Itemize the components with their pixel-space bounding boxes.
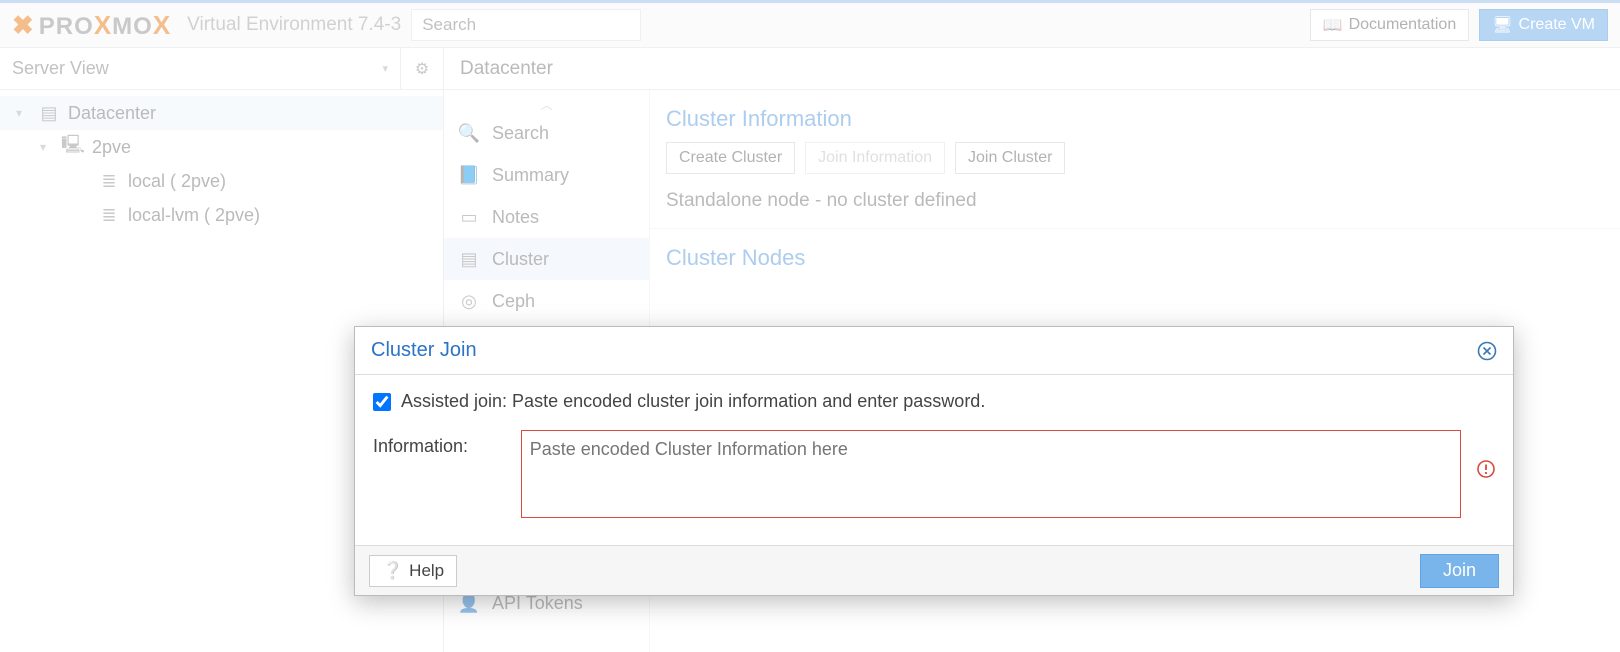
help-button[interactable]: ❔ Help: [369, 555, 457, 587]
tree-item-node[interactable]: ▾ 🖳 2pve: [0, 130, 443, 164]
create-cluster-button[interactable]: Create Cluster: [666, 142, 795, 174]
logo-x-icon: ✖: [12, 10, 35, 41]
ceph-icon: ◎: [458, 291, 480, 312]
btn-label: Join Information: [818, 149, 932, 167]
chevron-down-icon: ▾: [382, 62, 388, 75]
close-icon: [1477, 341, 1497, 361]
book-icon: 📘: [458, 165, 480, 186]
sidemenu-label: Notes: [492, 207, 539, 228]
create-vm-label: Create VM: [1519, 16, 1595, 34]
assisted-join-label: Assisted join: Paste encoded cluster joi…: [401, 391, 985, 412]
information-field-row: Information:: [373, 430, 1495, 518]
logo-text: PROXMOX: [39, 10, 171, 41]
join-label: Join: [1443, 560, 1476, 580]
search-icon: 🔍: [458, 123, 480, 144]
error-icon: [1477, 460, 1495, 478]
sidemenu-notes[interactable]: ▭ Notes: [444, 196, 649, 238]
server-view-label: Server View: [12, 58, 109, 79]
monitor-icon: 🖥: [1492, 15, 1512, 35]
node-icon: 🖳: [62, 132, 84, 162]
gear-icon: ⚙: [415, 59, 429, 79]
tree-label: local ( 2pve): [128, 171, 226, 192]
tree-item-storage-local[interactable]: ≣ local ( 2pve): [0, 164, 443, 198]
join-information-button: Join Information: [805, 142, 945, 174]
help-icon: ❔: [382, 561, 403, 581]
sidemenu-label: Cluster: [492, 249, 549, 270]
tree-header: Server View ▾ ⚙: [0, 48, 443, 90]
server-view-selector[interactable]: Server View ▾: [0, 48, 401, 89]
create-vm-button[interactable]: 🖥 Create VM: [1479, 9, 1608, 41]
standalone-text: Standalone node - no cluster defined: [650, 186, 1620, 228]
breadcrumb-text: Datacenter: [460, 58, 553, 80]
cluster-nodes-title: Cluster Nodes: [650, 229, 1620, 281]
book-icon: 📖: [1323, 15, 1343, 35]
sidemenu-label: Ceph: [492, 291, 535, 312]
tree-label: local-lvm ( 2pve): [128, 205, 260, 226]
datacenter-icon: ▤: [38, 103, 60, 124]
documentation-button[interactable]: 📖 Documentation: [1310, 9, 1470, 41]
btn-label: Create Cluster: [679, 149, 782, 167]
breadcrumb: Datacenter: [444, 48, 1620, 90]
sidemenu-label: Summary: [492, 165, 569, 186]
expand-icon: ▾: [16, 106, 30, 120]
dialog-close-button[interactable]: [1477, 341, 1497, 361]
sidemenu-search[interactable]: 🔍 Search: [444, 112, 649, 154]
join-button[interactable]: Join: [1420, 554, 1499, 588]
top-bar: ✖ PROXMOX Virtual Environment 7.4-3 📖 Do…: [0, 0, 1620, 48]
cluster-join-dialog: Cluster Join Assisted join: Paste encode…: [354, 326, 1514, 596]
assisted-join-row: Assisted join: Paste encoded cluster joi…: [373, 391, 1495, 412]
documentation-label: Documentation: [1349, 16, 1457, 34]
dialog-body: Assisted join: Paste encoded cluster joi…: [355, 375, 1513, 545]
global-search-input[interactable]: [411, 9, 641, 41]
help-label: Help: [409, 561, 444, 581]
sidemenu-label: Search: [492, 123, 549, 144]
sidemenu-ceph[interactable]: ◎ Ceph: [444, 280, 649, 322]
btn-label: Join Cluster: [968, 149, 1052, 167]
information-label: Information:: [373, 430, 513, 457]
env-label: Virtual Environment 7.4-3: [187, 14, 401, 36]
resource-tree: ▾ ▤ Datacenter ▾ 🖳 2pve ≣ local ( 2pve) …: [0, 90, 443, 238]
dialog-header: Cluster Join: [355, 327, 1513, 375]
cluster-button-row: Create Cluster Join Information Join Clu…: [650, 142, 1620, 186]
sidemenu-summary[interactable]: 📘 Summary: [444, 154, 649, 196]
collapse-icon[interactable]: ︿: [444, 96, 649, 112]
notes-icon: ▭: [458, 207, 480, 228]
join-cluster-button[interactable]: Join Cluster: [955, 142, 1065, 174]
tree-settings-button[interactable]: ⚙: [401, 48, 443, 90]
assisted-join-checkbox[interactable]: [373, 393, 391, 411]
information-textarea[interactable]: [521, 430, 1461, 518]
dialog-footer: ❔ Help Join: [355, 545, 1513, 595]
cluster-info-title: Cluster Information: [650, 90, 1620, 142]
cluster-icon: ▤: [458, 249, 480, 270]
storage-icon: ≣: [98, 205, 120, 226]
tree-label: Datacenter: [68, 103, 156, 124]
dialog-title: Cluster Join: [371, 339, 477, 362]
logo: ✖ PROXMOX: [12, 10, 171, 41]
tree-label: 2pve: [92, 137, 131, 158]
tree-item-datacenter[interactable]: ▾ ▤ Datacenter: [0, 96, 443, 130]
sidemenu-cluster[interactable]: ▤ Cluster: [444, 238, 649, 280]
storage-icon: ≣: [98, 171, 120, 192]
tree-item-storage-lvm[interactable]: ≣ local-lvm ( 2pve): [0, 198, 443, 232]
expand-icon: ▾: [40, 140, 54, 154]
